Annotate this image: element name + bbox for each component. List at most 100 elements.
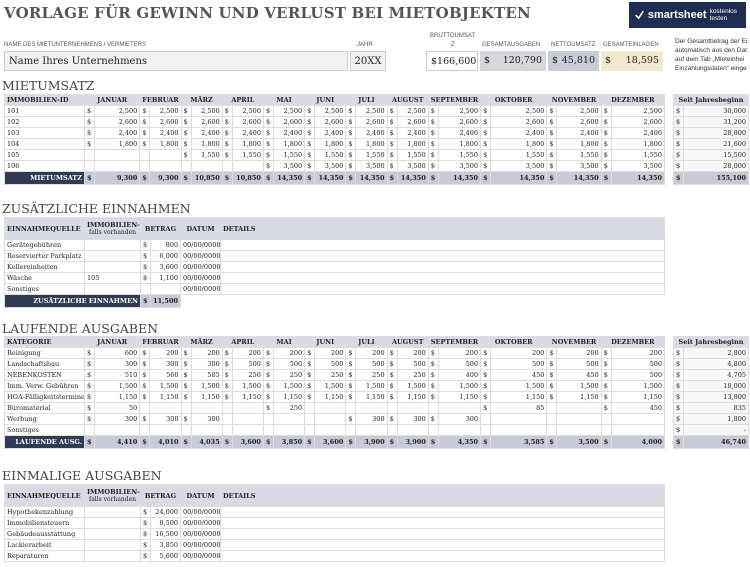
month-value[interactable]: [556, 424, 602, 436]
month-value[interactable]: 300: [149, 358, 182, 370]
month-value[interactable]: 3,500: [610, 160, 666, 172]
month-value[interactable]: 200: [272, 347, 306, 359]
date-cell[interactable]: 00/00/0000: [180, 261, 221, 273]
month-value[interactable]: 1,150: [396, 391, 429, 403]
month-value[interactable]: 1,500: [314, 380, 347, 392]
month-value[interactable]: 1,500: [231, 380, 264, 392]
month-value[interactable]: 2,400: [314, 127, 347, 139]
expenses-row-label[interactable]: Imm. Verw. Gebühren: [4, 380, 85, 392]
month-value[interactable]: 1,150: [190, 391, 223, 403]
month-value[interactable]: 2,500: [149, 105, 182, 117]
month-value[interactable]: 1,550: [396, 149, 429, 161]
month-value[interactable]: 1,500: [610, 380, 666, 392]
month-value[interactable]: 2,600: [272, 116, 306, 128]
property-id-cell[interactable]: [84, 539, 141, 551]
month-value[interactable]: [490, 413, 548, 425]
month-value[interactable]: 585: [190, 369, 223, 381]
date-cell[interactable]: 00/00/0000: [180, 550, 221, 562]
month-value[interactable]: 450: [490, 369, 548, 381]
month-value[interactable]: [314, 413, 347, 425]
month-value[interactable]: 2,400: [396, 127, 429, 139]
month-value[interactable]: [490, 424, 548, 436]
property-id-cell[interactable]: [84, 528, 141, 540]
month-value[interactable]: 1,550: [490, 149, 548, 161]
month-value[interactable]: 3,500: [272, 160, 306, 172]
month-value[interactable]: 3,500: [556, 160, 602, 172]
amount-cell[interactable]: 8,500: [150, 517, 181, 529]
smartsheet-logo[interactable]: smartsheet kostenlos testen: [629, 2, 746, 28]
month-value[interactable]: 510: [93, 369, 141, 381]
amount-cell[interactable]: 5,600: [150, 550, 181, 562]
month-value[interactable]: [272, 413, 306, 425]
details-cell[interactable]: [220, 550, 665, 562]
month-value[interactable]: 1,500: [190, 380, 223, 392]
month-value[interactable]: 300: [93, 413, 141, 425]
rent-row-label[interactable]: 102: [4, 116, 85, 128]
month-value[interactable]: 200: [556, 347, 602, 359]
month-value[interactable]: 500: [610, 369, 666, 381]
month-value[interactable]: 2,400: [190, 127, 223, 139]
expenses-row-label[interactable]: Landschaftsbau: [4, 358, 85, 370]
month-value[interactable]: [396, 424, 429, 436]
expenses-row-label[interactable]: NEBENKOSTEN: [4, 369, 85, 381]
source-cell[interactable]: Gerätegebühren: [4, 239, 85, 251]
month-value[interactable]: 200: [355, 347, 388, 359]
month-value[interactable]: [231, 402, 264, 414]
expenses-row-label[interactable]: Büromaterial: [4, 402, 85, 414]
month-value[interactable]: 1,550: [355, 149, 388, 161]
month-value[interactable]: 300: [355, 413, 388, 425]
month-value[interactable]: 2,600: [490, 116, 548, 128]
month-value[interactable]: [149, 160, 182, 172]
amount-cell[interactable]: 6,000: [150, 250, 181, 262]
month-value[interactable]: 600: [93, 347, 141, 359]
date-cell[interactable]: 00/00/0000: [180, 517, 221, 529]
month-value[interactable]: 200: [610, 347, 666, 359]
property-id-cell[interactable]: [84, 517, 141, 529]
expenses-row-label[interactable]: Sonstiges: [4, 424, 85, 436]
month-value[interactable]: 2,600: [190, 116, 223, 128]
month-value[interactable]: 560: [149, 369, 182, 381]
month-value[interactable]: 1,150: [93, 391, 141, 403]
source-cell[interactable]: Immobiliensteuern: [4, 517, 85, 529]
month-value[interactable]: 2,400: [355, 127, 388, 139]
month-value[interactable]: 1,800: [556, 138, 602, 150]
month-value[interactable]: [314, 424, 347, 436]
details-cell[interactable]: [220, 539, 665, 551]
company-name-field[interactable]: Name Ihres Unternehmens: [4, 51, 348, 71]
amount-cell[interactable]: 3,850: [150, 539, 181, 551]
amount-cell[interactable]: [150, 283, 181, 295]
month-value[interactable]: 1,500: [396, 380, 429, 392]
details-cell[interactable]: [220, 239, 665, 251]
month-value[interactable]: 200: [231, 347, 264, 359]
month-value[interactable]: [396, 402, 429, 414]
month-value[interactable]: 85: [490, 402, 548, 414]
month-value[interactable]: [355, 402, 388, 414]
rent-row-label[interactable]: 101: [4, 105, 85, 117]
month-value[interactable]: [190, 402, 223, 414]
month-value[interactable]: 200: [396, 347, 429, 359]
month-value[interactable]: 200: [314, 347, 347, 359]
month-value[interactable]: [231, 413, 264, 425]
date-cell[interactable]: 00/00/0000: [180, 283, 221, 295]
details-cell[interactable]: [220, 517, 665, 529]
month-value[interactable]: 1,550: [437, 149, 482, 161]
month-value[interactable]: 1,150: [490, 391, 548, 403]
month-value[interactable]: 2,400: [556, 127, 602, 139]
month-value[interactable]: 1,800: [490, 138, 548, 150]
month-value[interactable]: 300: [93, 358, 141, 370]
month-value[interactable]: 500: [396, 358, 429, 370]
month-value[interactable]: 1,500: [355, 380, 388, 392]
property-id-cell[interactable]: [84, 250, 141, 262]
month-value[interactable]: 250: [314, 369, 347, 381]
property-id-cell[interactable]: [84, 550, 141, 562]
details-cell[interactable]: [220, 261, 665, 273]
month-value[interactable]: 2,500: [437, 105, 482, 117]
source-cell[interactable]: Hypothekenzahlung: [4, 506, 85, 518]
month-value[interactable]: 1,550: [231, 149, 264, 161]
month-value[interactable]: 500: [314, 358, 347, 370]
month-value[interactable]: 250: [355, 369, 388, 381]
source-cell[interactable]: Sonstiges: [4, 283, 85, 295]
month-value[interactable]: 2,500: [556, 105, 602, 117]
month-value[interactable]: 2,600: [556, 116, 602, 128]
month-value[interactable]: 200: [437, 347, 482, 359]
